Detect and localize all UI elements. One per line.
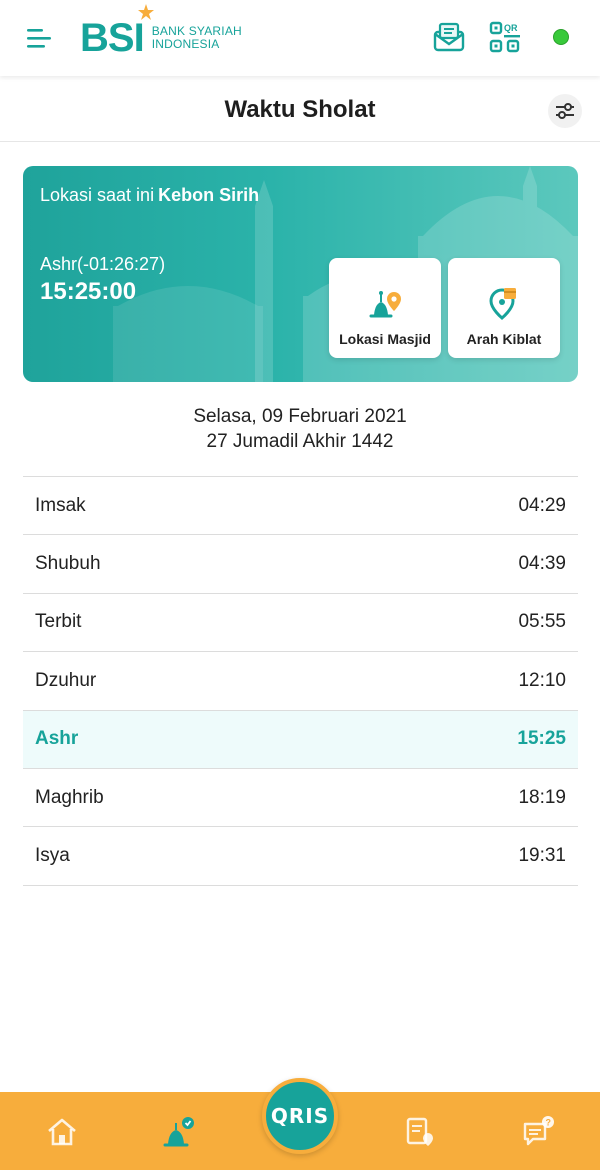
tile-label-qibla: Arah Kiblat — [466, 331, 542, 347]
tile-label-mosque: Lokasi Masjid — [339, 331, 431, 347]
prayer-row-ashr: Ashr 15:25 — [23, 710, 578, 769]
logo-star-icon — [138, 4, 154, 20]
prayer-name: Terbit — [35, 611, 82, 633]
svg-text:?: ? — [546, 1118, 552, 1128]
prayer-name: Isya — [35, 845, 70, 867]
status-indicator — [553, 29, 569, 45]
location-name: Kebon Sirih — [158, 185, 260, 205]
logo-mark: BSI — [80, 16, 145, 60]
prayer-icon[interactable] — [161, 1114, 197, 1150]
current-location: Lokasi saat ini Kebon Sirih — [40, 185, 259, 206]
logo-line-2: INDONESIA — [151, 37, 220, 51]
prayer-name: Maghrib — [35, 786, 104, 808]
prayer-time: 19:31 — [518, 845, 566, 867]
menu-icon[interactable] — [22, 24, 56, 54]
prayer-row-dzuhur: Dzuhur 12:10 — [23, 652, 578, 711]
location-prefix: Lokasi saat ini — [40, 185, 155, 205]
prayer-row-isya: Isya 19:31 — [23, 827, 578, 886]
filter-settings-button[interactable] — [548, 94, 582, 128]
page-title: Waktu Sholat — [224, 96, 376, 123]
qris-label: QRIS — [270, 1104, 330, 1128]
prayer-time: 05:55 — [518, 611, 566, 633]
prayer-time: 04:29 — [518, 494, 566, 516]
prayer-time: 18:19 — [518, 786, 566, 808]
prayer-time: 12:10 — [518, 669, 566, 691]
prayer-name: Dzuhur — [35, 669, 97, 691]
mail-icon[interactable] — [432, 20, 466, 54]
logo-text: BANK SYARIAH INDONESIA — [152, 25, 242, 51]
prayer-time: 04:39 — [518, 553, 566, 575]
title-row: Waktu Sholat — [0, 76, 600, 142]
location-banner: Lokasi saat ini Kebon Sirih Ashr(-01:26:2… — [23, 166, 578, 382]
prayer-time: 15:25 — [517, 728, 566, 750]
qr-label: QR — [504, 23, 518, 33]
transaction-icon[interactable] — [402, 1114, 438, 1150]
mosque-location-button[interactable]: Lokasi Masjid — [329, 258, 441, 358]
qibla-direction-button[interactable]: Arah Kiblat — [448, 258, 560, 358]
prayer-name: Shubuh — [35, 553, 101, 575]
qr-icon[interactable]: QR — [488, 20, 522, 54]
qibla-direction-icon — [489, 288, 516, 320]
prayer-row-shubuh: Shubuh 04:39 — [23, 535, 578, 594]
current-time: 15:25:00 — [40, 278, 137, 305]
mosque-location-icon — [369, 291, 401, 318]
app-bar: BSI BANK SYARIAH INDONESIA QR — [0, 0, 600, 76]
prayer-row-maghrib: Maghrib 18:19 — [23, 769, 578, 828]
prayer-times-list: Imsak 04:29 Shubuh 04:39 Terbit 05:55 Dz… — [23, 476, 578, 886]
prayer-name: Imsak — [35, 494, 86, 516]
prayer-row-imsak: Imsak 04:29 — [23, 477, 578, 536]
gregorian-date: Selasa, 09 Februari 2021 — [193, 406, 407, 427]
prayer-name: Ashr — [35, 728, 79, 750]
home-icon[interactable] — [44, 1114, 80, 1150]
chat-icon[interactable]: ? — [520, 1114, 556, 1150]
prayer-row-terbit: Terbit 05:55 — [23, 594, 578, 653]
next-prayer-countdown: Ashr(-01:26:27) — [40, 254, 166, 274]
sliders-icon — [556, 103, 574, 119]
bsi-logo: BSI BANK SYARIAH INDONESIA — [80, 4, 242, 66]
qris-button[interactable]: QRIS — [262, 1078, 338, 1154]
hijri-date: 27 Jumadil Akhir 1442 — [206, 431, 394, 452]
